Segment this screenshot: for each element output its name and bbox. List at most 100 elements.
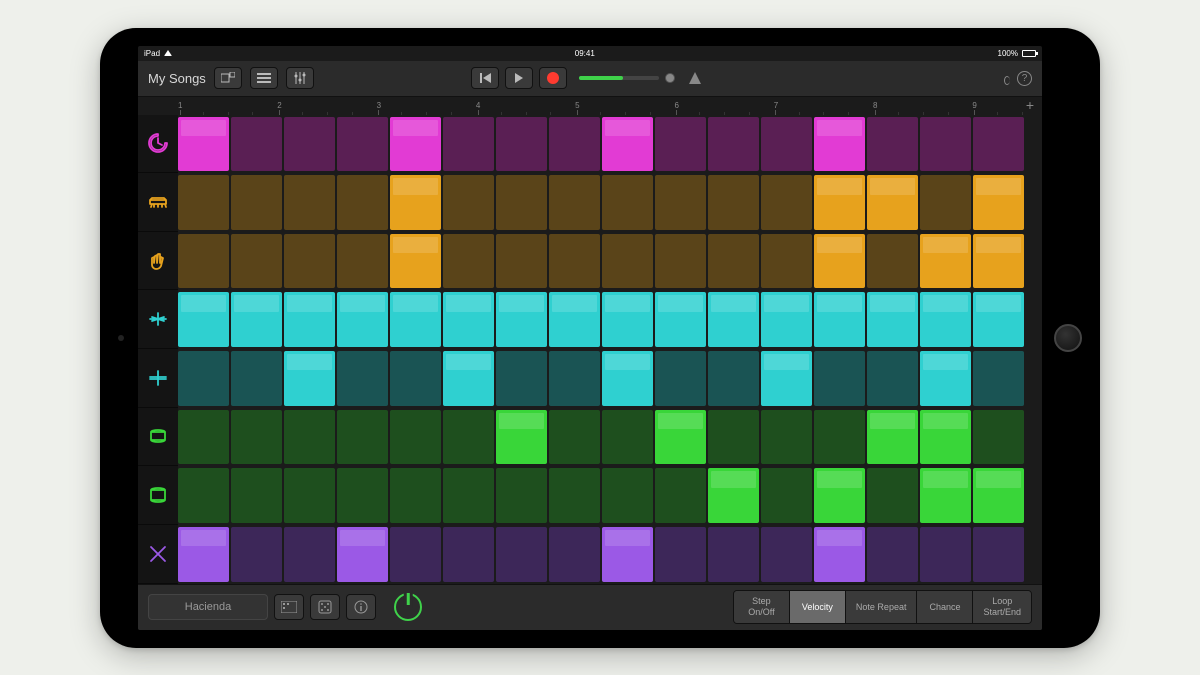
step-tom-hi-9[interactable] bbox=[602, 410, 653, 465]
step-clap-3[interactable] bbox=[284, 234, 335, 289]
step-sticks-10[interactable] bbox=[655, 527, 706, 582]
step-hihat2-12[interactable] bbox=[761, 351, 812, 406]
step-clap-5[interactable] bbox=[390, 234, 441, 289]
dice-button[interactable] bbox=[310, 594, 340, 620]
step-sticks-5[interactable] bbox=[390, 527, 441, 582]
step-hihat1-13[interactable] bbox=[814, 292, 865, 347]
step-sticks-8[interactable] bbox=[549, 527, 600, 582]
step-kick-14[interactable] bbox=[867, 117, 918, 172]
step-sticks-16[interactable] bbox=[973, 527, 1024, 582]
step-hihat2-9[interactable] bbox=[602, 351, 653, 406]
step-hihat2-1[interactable] bbox=[178, 351, 229, 406]
step-snare-15[interactable] bbox=[920, 175, 971, 230]
step-sticks-9[interactable] bbox=[602, 527, 653, 582]
step-tom-hi-3[interactable] bbox=[284, 410, 335, 465]
step-kick-5[interactable] bbox=[390, 117, 441, 172]
step-hihat1-2[interactable] bbox=[231, 292, 282, 347]
step-kick-13[interactable] bbox=[814, 117, 865, 172]
step-hihat1-3[interactable] bbox=[284, 292, 335, 347]
step-sticks-7[interactable] bbox=[496, 527, 547, 582]
mixer-button[interactable] bbox=[286, 67, 314, 89]
timeline-ruler[interactable]: 123456789 + bbox=[138, 97, 1042, 115]
instrument-kick[interactable] bbox=[138, 115, 178, 174]
mode-chance-button[interactable]: Chance bbox=[917, 591, 973, 623]
mode-loop-button[interactable]: LoopStart/End bbox=[973, 591, 1031, 623]
instrument-tom-hi[interactable] bbox=[138, 408, 178, 467]
step-kick-15[interactable] bbox=[920, 117, 971, 172]
step-tom-lo-2[interactable] bbox=[231, 468, 282, 523]
step-sticks-13[interactable] bbox=[814, 527, 865, 582]
step-hihat2-2[interactable] bbox=[231, 351, 282, 406]
metronome-button[interactable] bbox=[681, 67, 709, 89]
step-sticks-4[interactable] bbox=[337, 527, 388, 582]
step-snare-14[interactable] bbox=[867, 175, 918, 230]
step-tom-lo-9[interactable] bbox=[602, 468, 653, 523]
step-kick-1[interactable] bbox=[178, 117, 229, 172]
step-snare-4[interactable] bbox=[337, 175, 388, 230]
step-tom-hi-14[interactable] bbox=[867, 410, 918, 465]
step-kick-2[interactable] bbox=[231, 117, 282, 172]
step-sticks-6[interactable] bbox=[443, 527, 494, 582]
step-kick-3[interactable] bbox=[284, 117, 335, 172]
step-kick-10[interactable] bbox=[655, 117, 706, 172]
step-clap-9[interactable] bbox=[602, 234, 653, 289]
power-button[interactable] bbox=[394, 593, 422, 621]
step-tom-hi-5[interactable] bbox=[390, 410, 441, 465]
browser-button[interactable] bbox=[214, 67, 242, 89]
my-songs-button[interactable]: My Songs bbox=[148, 71, 206, 86]
step-hihat1-1[interactable] bbox=[178, 292, 229, 347]
step-hihat1-11[interactable] bbox=[708, 292, 759, 347]
step-tom-lo-12[interactable] bbox=[761, 468, 812, 523]
instrument-clap[interactable] bbox=[138, 232, 178, 291]
step-hihat1-5[interactable] bbox=[390, 292, 441, 347]
step-clap-10[interactable] bbox=[655, 234, 706, 289]
step-kick-11[interactable] bbox=[708, 117, 759, 172]
step-clap-15[interactable] bbox=[920, 234, 971, 289]
step-kick-4[interactable] bbox=[337, 117, 388, 172]
instrument-sticks[interactable] bbox=[138, 525, 178, 584]
add-track-button[interactable]: + bbox=[1022, 98, 1038, 114]
instrument-hihat1[interactable] bbox=[138, 290, 178, 349]
step-tom-hi-1[interactable] bbox=[178, 410, 229, 465]
step-clap-13[interactable] bbox=[814, 234, 865, 289]
step-kick-16[interactable] bbox=[973, 117, 1024, 172]
step-tom-hi-12[interactable] bbox=[761, 410, 812, 465]
preset-selector[interactable]: Hacienda bbox=[148, 594, 268, 620]
help-button[interactable]: ? bbox=[1017, 71, 1032, 86]
record-button[interactable] bbox=[539, 67, 567, 89]
rewind-button[interactable] bbox=[471, 67, 499, 89]
step-snare-12[interactable] bbox=[761, 175, 812, 230]
step-tom-hi-4[interactable] bbox=[337, 410, 388, 465]
step-hihat2-16[interactable] bbox=[973, 351, 1024, 406]
step-tom-hi-8[interactable] bbox=[549, 410, 600, 465]
step-hihat2-6[interactable] bbox=[443, 351, 494, 406]
step-sticks-15[interactable] bbox=[920, 527, 971, 582]
mode-noterepeat-button[interactable]: Note Repeat bbox=[846, 591, 918, 623]
step-clap-14[interactable] bbox=[867, 234, 918, 289]
step-tom-lo-3[interactable] bbox=[284, 468, 335, 523]
step-tom-hi-10[interactable] bbox=[655, 410, 706, 465]
step-sticks-14[interactable] bbox=[867, 527, 918, 582]
step-hihat1-12[interactable] bbox=[761, 292, 812, 347]
step-tom-hi-2[interactable] bbox=[231, 410, 282, 465]
step-snare-1[interactable] bbox=[178, 175, 229, 230]
step-hihat1-14[interactable] bbox=[867, 292, 918, 347]
step-snare-10[interactable] bbox=[655, 175, 706, 230]
step-snare-9[interactable] bbox=[602, 175, 653, 230]
step-tom-lo-7[interactable] bbox=[496, 468, 547, 523]
step-kick-9[interactable] bbox=[602, 117, 653, 172]
step-hihat2-11[interactable] bbox=[708, 351, 759, 406]
step-tom-lo-13[interactable] bbox=[814, 468, 865, 523]
step-snare-2[interactable] bbox=[231, 175, 282, 230]
step-snare-8[interactable] bbox=[549, 175, 600, 230]
step-hihat2-5[interactable] bbox=[390, 351, 441, 406]
step-hihat1-6[interactable] bbox=[443, 292, 494, 347]
step-hihat1-4[interactable] bbox=[337, 292, 388, 347]
step-hihat1-7[interactable] bbox=[496, 292, 547, 347]
step-hihat2-10[interactable] bbox=[655, 351, 706, 406]
step-tom-lo-5[interactable] bbox=[390, 468, 441, 523]
step-clap-1[interactable] bbox=[178, 234, 229, 289]
step-tom-lo-4[interactable] bbox=[337, 468, 388, 523]
step-tom-lo-1[interactable] bbox=[178, 468, 229, 523]
step-tom-lo-6[interactable] bbox=[443, 468, 494, 523]
